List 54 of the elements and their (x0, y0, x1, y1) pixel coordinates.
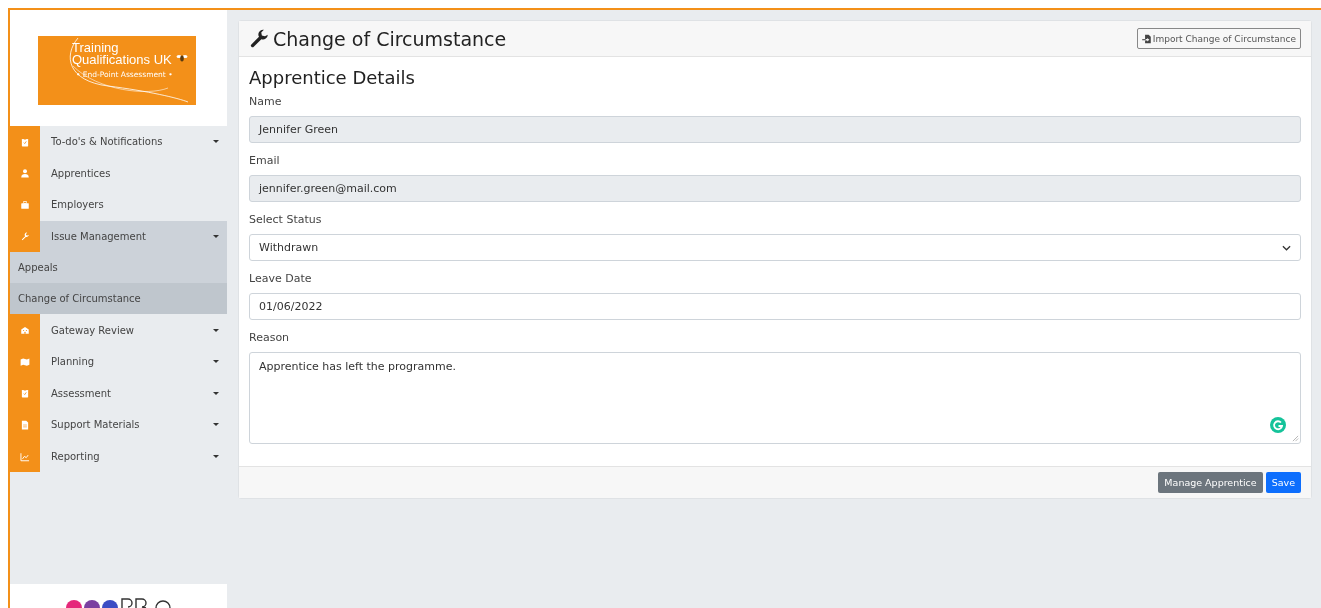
sidebar-subitem[interactable]: Appeals (10, 252, 227, 284)
field-label: Leave Date (249, 272, 313, 285)
save-button[interactable]: Save (1265, 472, 1301, 493)
field-label: Email (249, 154, 281, 167)
import-button[interactable]: Import Change of Circumstance (1136, 28, 1301, 49)
text-field[interactable]: jennifer.green@mail.com (249, 175, 1301, 202)
sidebar-item[interactable]: Issue Management (10, 220, 227, 253)
reason-textarea[interactable]: Apprentice has left the programme. (249, 352, 1301, 444)
date-field[interactable]: 01/06/2022 (249, 293, 1301, 320)
field-label: Name (249, 95, 283, 108)
chevron-down-icon (1282, 244, 1291, 251)
logo-text: Qualifications UK (72, 54, 172, 66)
clipboard-icon (20, 136, 30, 147)
map-icon (20, 356, 30, 367)
sidebar-item-label: Planning (51, 356, 96, 368)
textarea-text: Apprentice has left the programme. (259, 360, 456, 373)
dropdown-value: Withdrawn (259, 241, 319, 254)
resize-handle-icon[interactable] (1292, 435, 1299, 442)
field-label: Reason (249, 331, 291, 344)
sidebar-item[interactable]: Employers (10, 189, 227, 221)
sidebar-subitem[interactable]: Change of Circumstance (10, 283, 227, 315)
wrench-icon (249, 28, 269, 49)
field-label: Select Status (249, 213, 323, 226)
briefcase-icon (20, 200, 30, 210)
building-icon (20, 325, 30, 336)
file-import-icon (1141, 33, 1151, 44)
clipboard-icon (20, 388, 30, 399)
grammar-checker-icon[interactable] (1270, 417, 1286, 433)
status-dropdown[interactable]: Withdrawn (249, 234, 1301, 261)
sidebar-item[interactable]: Support Materials (10, 409, 227, 441)
sidebar-item[interactable]: Assessment (10, 377, 227, 410)
sidebar-item-label: To-do's & Notifications (51, 136, 164, 148)
logo-text: Training (72, 42, 120, 54)
wrench-icon (20, 231, 30, 242)
document-icon (20, 419, 30, 430)
sidebar-item[interactable]: To-do's & Notifications (10, 126, 227, 158)
sidebar-item[interactable]: Planning (10, 345, 227, 378)
sidebar-item-label: Support Materials (51, 419, 141, 431)
sidebar-item-label: Employers (51, 199, 105, 211)
bee-icon (175, 54, 188, 62)
manage-button[interactable]: Manage Apprentice (1158, 472, 1263, 493)
user-icon (20, 168, 30, 179)
section-title: Apprentice Details (249, 67, 416, 88)
sidebar-item-label: Issue Management (51, 231, 147, 243)
page-title: Change of Circumstance (273, 27, 507, 50)
sidebar-item-label: Assessment (51, 387, 112, 399)
sidebar-item[interactable]: Reporting (10, 440, 227, 473)
sidebar-item[interactable]: Apprentices (10, 157, 227, 190)
sidebar-item[interactable]: Gateway Review (10, 314, 227, 346)
chart-icon (20, 451, 30, 462)
sidebar-item-label: Reporting (51, 451, 101, 463)
text-field[interactable]: Jennifer Green (249, 116, 1301, 143)
sidebar-item-label: Apprentices (51, 167, 112, 179)
sidebar-item-label: Gateway Review (51, 324, 136, 336)
